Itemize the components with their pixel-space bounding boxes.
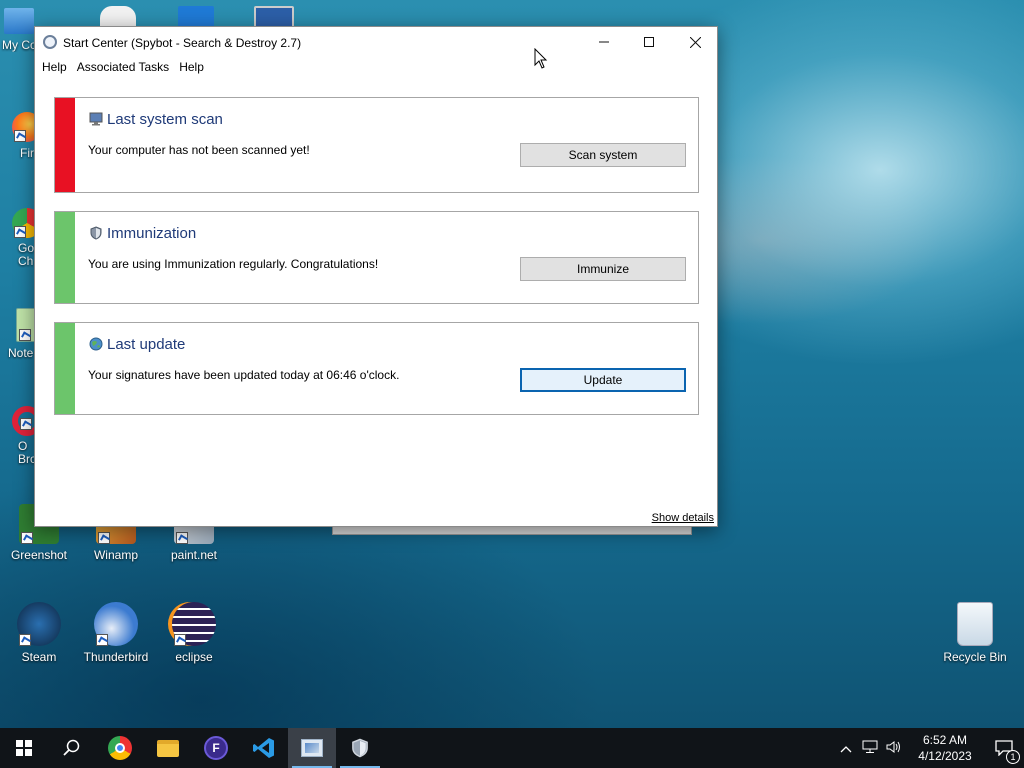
desktop-icon-label: Winamp	[93, 548, 138, 562]
menu-associated-tasks[interactable]: Associated Tasks	[72, 57, 175, 77]
window-title: Start Center (Spybot - Search & Destroy …	[63, 36, 302, 50]
maximize-icon	[644, 37, 654, 47]
desktop-icon-label: eclipse	[175, 650, 213, 664]
panel-status-text: Your computer has not been scanned yet!	[88, 143, 310, 157]
desktop-icon-thunderbird[interactable]: Thunderbird	[78, 602, 154, 664]
vscode-icon	[253, 738, 274, 758]
spybot-app-icon	[43, 35, 57, 49]
chrome-icon	[108, 736, 132, 760]
maximize-button[interactable]	[626, 27, 672, 57]
taskbar-chrome[interactable]	[96, 728, 144, 768]
taskbar-vscode[interactable]	[240, 728, 288, 768]
close-button[interactable]	[672, 27, 718, 57]
desktop-icon-label: Recycle Bin	[943, 650, 1007, 664]
system-tray: 6:52 AM 4/12/2023 1	[834, 728, 1024, 768]
status-stripe-green	[55, 323, 75, 414]
desktop-icon-recycle-bin[interactable]: Recycle Bin	[937, 602, 1013, 664]
minimize-icon	[599, 41, 609, 43]
steam-icon	[17, 602, 61, 646]
spybot-window-icon	[301, 739, 323, 757]
cat-icon	[100, 6, 136, 28]
panel-immunization: Immunization You are using Immunization …	[54, 211, 699, 304]
panel-title: Immunization	[107, 225, 197, 242]
update-button[interactable]: Update	[520, 368, 686, 392]
desktop-icon-label: paint.net	[170, 548, 218, 562]
title-bar[interactable]: Start Center (Spybot - Search & Destroy …	[35, 27, 717, 57]
menu-help-2[interactable]: Help	[174, 57, 209, 77]
shield-icon	[90, 226, 102, 240]
minimize-button[interactable]	[581, 27, 627, 57]
globe-icon	[89, 337, 103, 351]
status-stripe-red	[55, 98, 75, 192]
vscode-icon	[178, 6, 214, 28]
windows-logo-icon	[16, 740, 32, 756]
taskbar-spybot-start-center[interactable]	[288, 728, 336, 768]
start-button[interactable]	[0, 728, 48, 768]
clock-time: 6:52 AM	[922, 733, 968, 747]
eclipse-icon	[172, 602, 216, 646]
taskbar-fdm[interactable]: F	[192, 728, 240, 768]
action-center-button[interactable]: 1	[984, 740, 1024, 764]
scan-system-button[interactable]: Scan system	[520, 143, 686, 167]
fdm-icon: F	[204, 736, 228, 760]
taskbar: F 6:52 AM 4/12/2023 1	[0, 728, 1024, 768]
desktop-icon-label: Steam	[21, 650, 57, 664]
recycle-bin-icon	[957, 602, 993, 646]
panel-status-text: You are using Immunization regularly. Co…	[88, 257, 379, 271]
clock-date: 4/12/2023	[918, 749, 972, 763]
background-window-edge	[332, 527, 692, 535]
panel-title: Last update	[107, 336, 186, 353]
notification-count-badge: 1	[1006, 750, 1020, 764]
volume-icon[interactable]	[882, 740, 906, 757]
thunderbird-icon	[94, 602, 138, 646]
monitor-icon	[254, 6, 294, 28]
taskbar-file-explorer[interactable]	[144, 728, 192, 768]
menu-help[interactable]: Help	[37, 57, 72, 77]
spybot-start-center-window: Start Center (Spybot - Search & Destroy …	[34, 26, 718, 527]
shield-icon	[352, 738, 368, 758]
close-icon	[689, 36, 701, 48]
chevron-up-icon[interactable]	[834, 741, 858, 756]
panel-last-system-scan: Last system scan Your computer has not b…	[54, 97, 699, 193]
desktop-icon-steam[interactable]: Steam	[1, 602, 77, 664]
this-pc-icon	[4, 8, 34, 34]
immunize-button[interactable]: Immunize	[520, 257, 686, 281]
panel-status-text: Your signatures have been updated today …	[88, 368, 400, 382]
panel-title: Last system scan	[107, 111, 223, 128]
desktop-icon-eclipse[interactable]: eclipse	[156, 602, 232, 664]
search-button[interactable]	[48, 728, 96, 768]
status-stripe-green	[55, 212, 75, 303]
mouse-cursor-icon	[534, 48, 548, 69]
menu-bar: Help Associated Tasks Help	[35, 57, 717, 77]
desktop-icon-label: Thunderbird	[83, 650, 149, 664]
panel-last-update: Last update Your signatures have been up…	[54, 322, 699, 415]
folder-icon	[157, 739, 179, 757]
taskbar-spybot-shield[interactable]	[336, 728, 384, 768]
monitor-icon	[89, 112, 103, 126]
show-details-link[interactable]: Show details	[652, 512, 714, 524]
network-icon[interactable]	[858, 740, 882, 757]
search-icon	[63, 739, 80, 756]
desktop-icon-label: Greenshot	[10, 548, 68, 562]
clock[interactable]: 6:52 AM 4/12/2023	[906, 732, 984, 764]
